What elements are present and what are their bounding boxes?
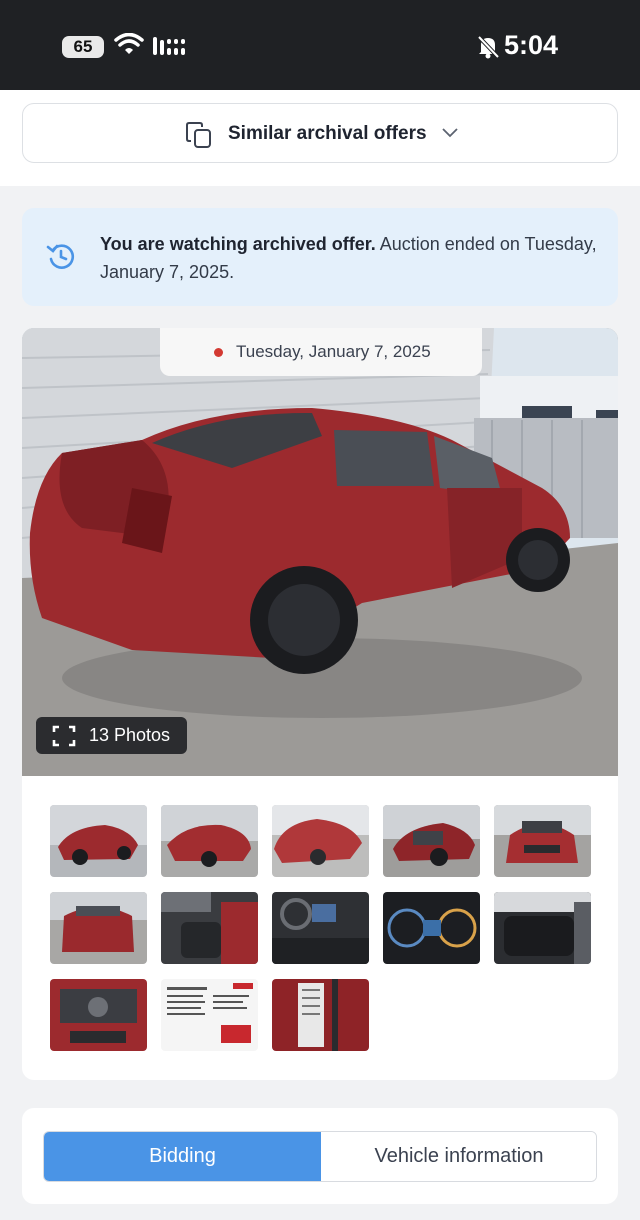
- clock: 5:04: [504, 30, 559, 60]
- thumbnail[interactable]: [161, 979, 258, 1051]
- archived-notice: You are watching archived offer. Auction…: [22, 208, 618, 306]
- history-icon: [46, 244, 75, 269]
- thumbnail[interactable]: [383, 892, 480, 964]
- auction-date-pill: Tuesday, January 7, 2025: [160, 328, 482, 376]
- wifi-icon: [114, 33, 144, 54]
- battery-indicator: 65: [62, 36, 104, 58]
- archived-notice-bold: You are watching archived offer.: [100, 234, 376, 254]
- main-photo[interactable]: Tuesday, January 7, 2025 13 Photos: [22, 328, 618, 776]
- signal-icon: [153, 37, 185, 55]
- thumbnail[interactable]: [272, 805, 369, 877]
- thumbnail[interactable]: [494, 805, 591, 877]
- similar-offers-label: Similar archival offers: [228, 123, 427, 144]
- copy-icon: [186, 122, 211, 148]
- auction-date: Tuesday, January 7, 2025: [236, 342, 431, 361]
- status-dot: [214, 348, 223, 357]
- tab-bar: Bidding Vehicle information: [43, 1131, 597, 1182]
- thumbnail[interactable]: [161, 805, 258, 877]
- chevron-down-icon: [442, 128, 458, 138]
- bell-muted-icon: [477, 35, 499, 59]
- thumbnail[interactable]: [161, 892, 258, 964]
- status-bar: 65 5:04: [0, 0, 640, 90]
- thumbnail[interactable]: [50, 892, 147, 964]
- tab-vehicle-information[interactable]: Vehicle information: [321, 1132, 596, 1181]
- photo-count-label: 13 Photos: [89, 725, 171, 745]
- archived-notice-text: You are watching archived offer. Auction…: [100, 230, 600, 286]
- thumbnail[interactable]: [494, 892, 591, 964]
- thumbnail[interactable]: [272, 979, 369, 1051]
- similar-offers-dropdown[interactable]: Similar archival offers: [22, 103, 618, 163]
- photo-count-button[interactable]: 13 Photos: [36, 717, 187, 754]
- thumbnail[interactable]: [50, 979, 147, 1051]
- thumbnail[interactable]: [383, 805, 480, 877]
- fullscreen-icon: [52, 725, 76, 747]
- gallery-card: Tuesday, January 7, 2025 13 Photos: [22, 328, 618, 1080]
- thumbnail[interactable]: [272, 892, 369, 964]
- tabs-card: Bidding Vehicle information: [22, 1108, 618, 1204]
- tab-bidding[interactable]: Bidding: [44, 1132, 321, 1181]
- thumbnail[interactable]: [50, 805, 147, 877]
